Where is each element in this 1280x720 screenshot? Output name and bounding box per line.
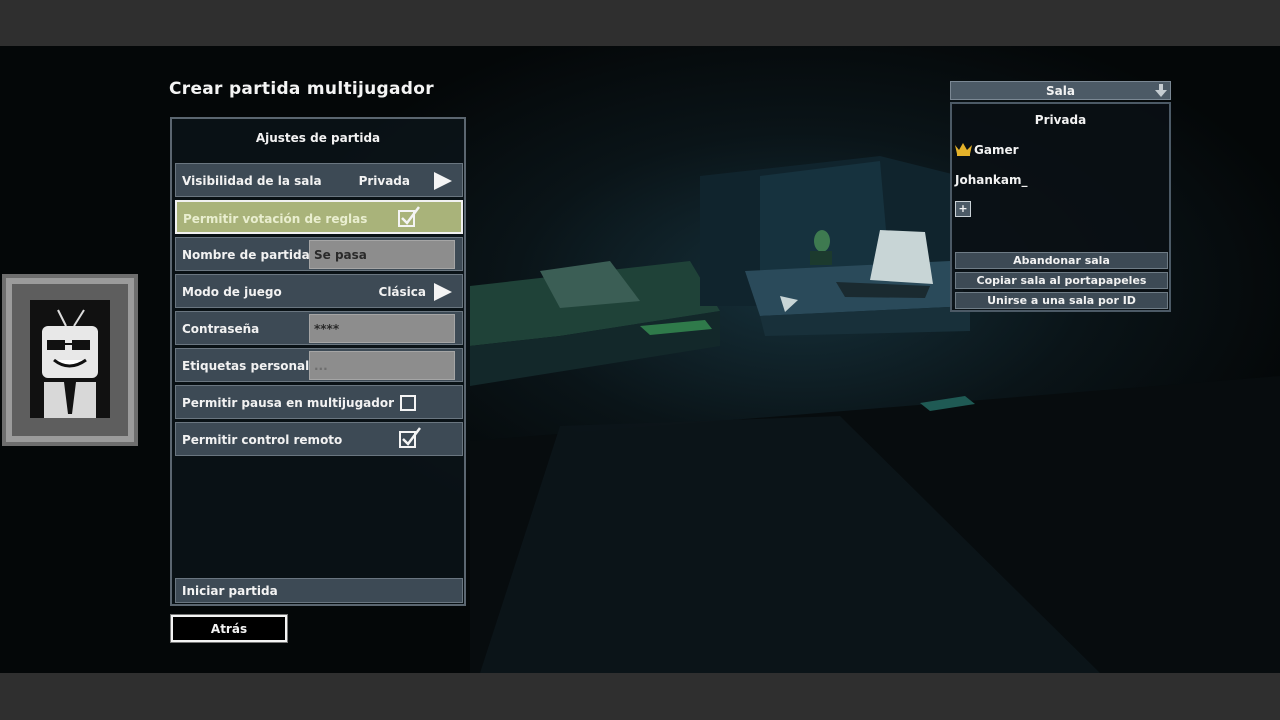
custom-tags-row: Etiquetas personaliz. ... — [175, 348, 463, 382]
match-name-label: Nombre de partida — [182, 248, 310, 262]
copy-room-button[interactable]: Copiar sala al portapapeles — [955, 272, 1168, 289]
arrow-right-icon[interactable] — [434, 172, 452, 190]
allow-pause-checkbox[interactable] — [400, 395, 416, 411]
remote-control-checkbox[interactable] — [398, 426, 422, 450]
custom-tags-label: Etiquetas personaliz. — [182, 359, 325, 373]
room-visibility-row[interactable]: Visibilidad de la sala Privada — [175, 163, 463, 197]
room-visibility-value: Privada — [358, 174, 410, 188]
room-header[interactable]: Sala — [950, 81, 1171, 100]
letterbox-top — [0, 0, 1280, 46]
password-label: Contraseña — [182, 322, 260, 336]
room-visibility-label: Visibilidad de la sala — [182, 174, 322, 188]
add-player-button[interactable]: + — [955, 201, 971, 217]
room-panel: Privada Gamer Johankam_ + Abandonar sala… — [950, 102, 1171, 312]
tv-head-portrait — [2, 274, 138, 446]
collapse-arrow-icon[interactable] — [1155, 84, 1167, 97]
match-settings-panel: Ajustes de partida Visibilidad de la sal… — [170, 117, 466, 606]
allow-pause-row[interactable]: Permitir pausa en multijugador — [175, 385, 463, 419]
remote-control-row[interactable]: Permitir control remoto — [175, 422, 463, 456]
panel-heading: Ajustes de partida — [255, 131, 381, 145]
room-privacy-label: Privada — [1034, 113, 1087, 127]
player-name: Johankam_ — [955, 173, 1028, 187]
password-input[interactable]: **** — [309, 314, 455, 343]
remote-control-label: Permitir control remoto — [182, 433, 343, 447]
rule-voting-row[interactable]: Permitir votación de reglas — [175, 200, 463, 234]
allow-pause-label: Permitir pausa en multijugador — [182, 396, 395, 410]
crown-icon — [955, 143, 972, 156]
custom-tags-input[interactable]: ... — [309, 351, 455, 380]
player-name: Gamer — [974, 143, 1019, 157]
arrow-right-icon[interactable] — [434, 283, 452, 301]
game-mode-row[interactable]: Modo de juego Clásica — [175, 274, 463, 308]
game-mode-value: Clásica — [378, 285, 426, 299]
room-header-label: Sala — [1046, 84, 1075, 98]
match-name-input[interactable]: Se pasa — [309, 240, 455, 269]
match-name-row: Nombre de partida Se pasa — [175, 237, 463, 271]
leave-room-button[interactable]: Abandonar sala — [955, 252, 1168, 269]
page-title: Crear partida multijugador — [169, 79, 434, 99]
password-row: Contraseña **** — [175, 311, 463, 345]
back-button[interactable]: Atrás — [170, 614, 288, 643]
letterbox-bottom — [0, 673, 1280, 720]
rule-voting-label: Permitir votación de reglas — [183, 212, 368, 226]
join-room-by-id-button[interactable]: Unirse a una sala por ID — [955, 292, 1168, 309]
game-mode-label: Modo de juego — [182, 285, 282, 299]
start-match-button[interactable]: Iniciar partida — [175, 578, 463, 603]
rule-voting-checkbox[interactable] — [397, 205, 421, 229]
